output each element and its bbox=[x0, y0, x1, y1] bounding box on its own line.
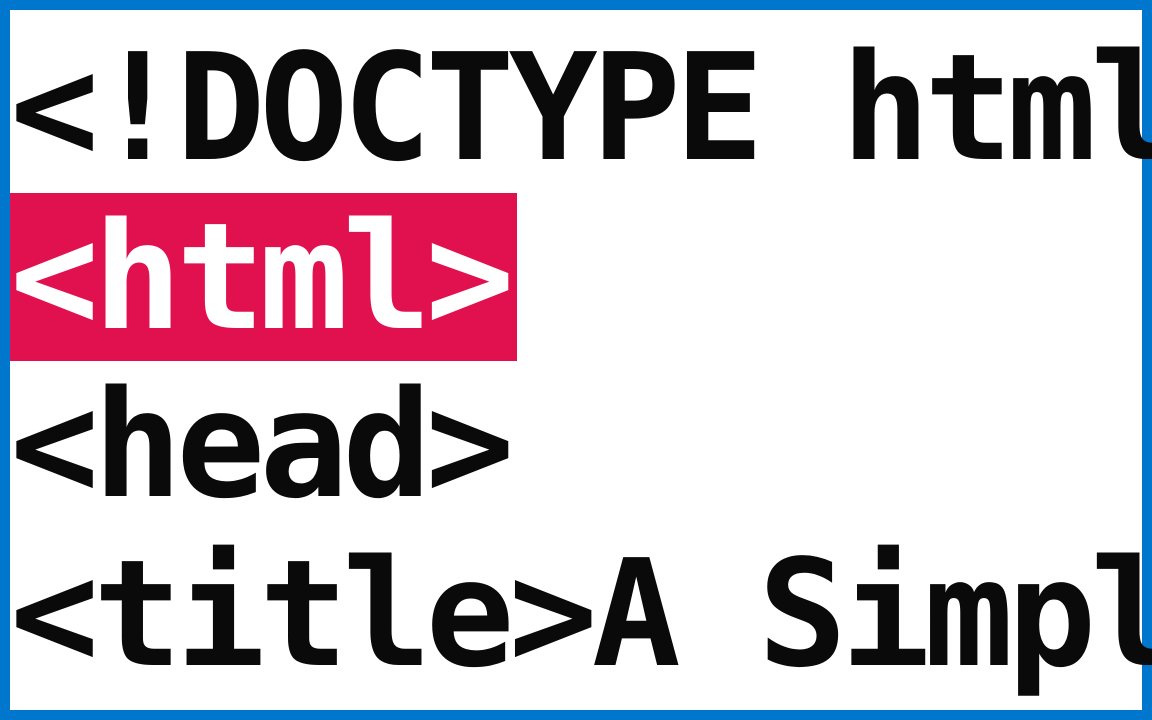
code-line-html: <html> bbox=[10, 193, 1142, 362]
code-line-head: <head> bbox=[10, 361, 1142, 530]
code-block: <!DOCTYPE html> <html> <head> <title>A S… bbox=[10, 10, 1142, 699]
code-line-title: <title>A Simple bbox=[10, 530, 1142, 699]
code-line-doctype: <!DOCTYPE html> bbox=[10, 24, 1142, 193]
highlighted-html-tag: <html> bbox=[10, 193, 517, 362]
